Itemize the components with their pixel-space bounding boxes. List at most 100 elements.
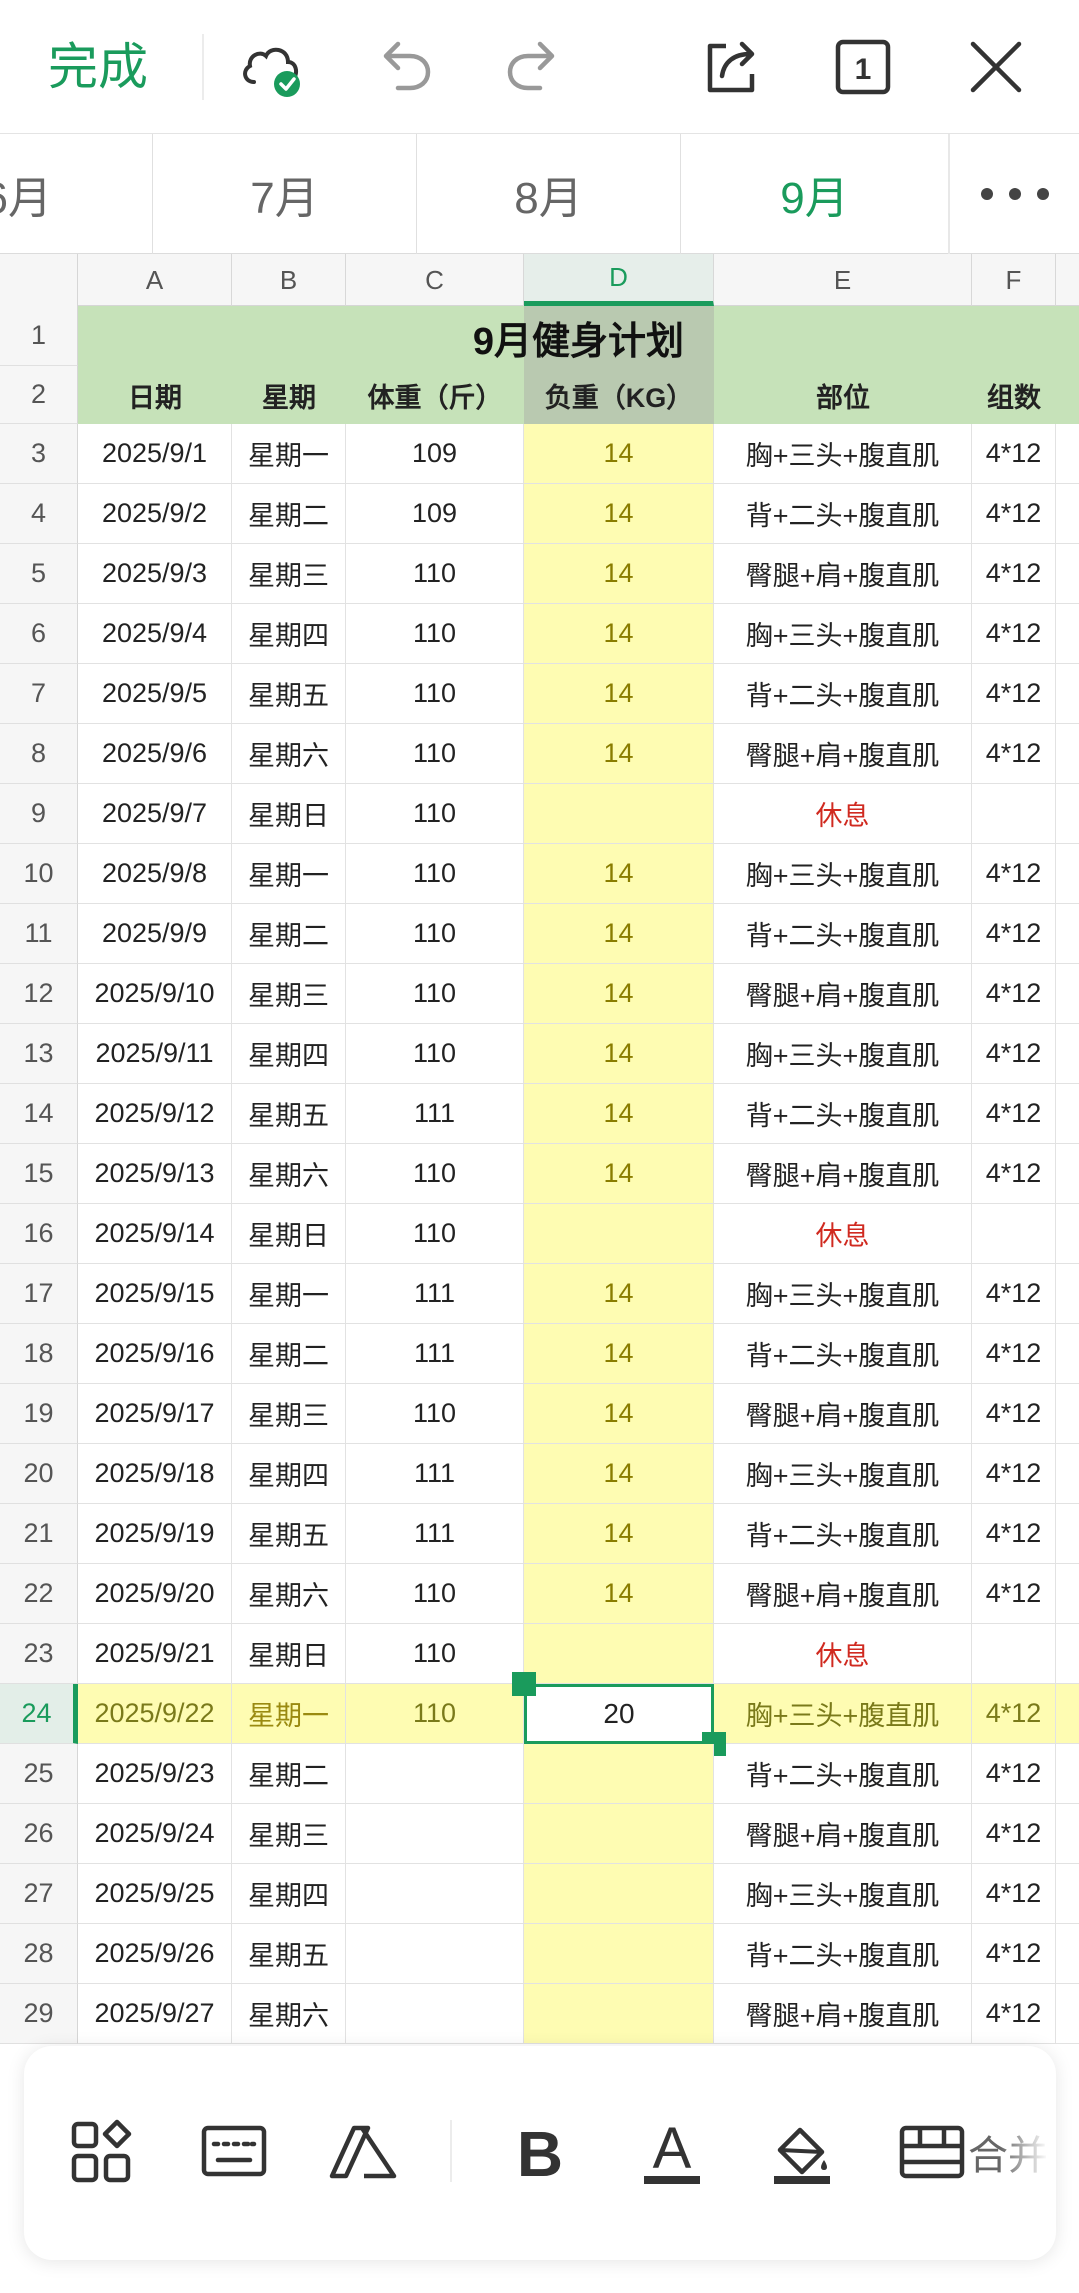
cell-part[interactable]: 休息 — [714, 1204, 972, 1264]
window-count-icon[interactable]: 1 — [828, 32, 898, 102]
cell-date[interactable]: 2025/9/13 — [78, 1144, 232, 1204]
cell-date[interactable]: 2025/9/19 — [78, 1504, 232, 1564]
cell-extra[interactable] — [1056, 484, 1079, 544]
cell-extra[interactable] — [1056, 1144, 1079, 1204]
row-header[interactable]: 14 — [0, 1084, 78, 1144]
cell-part[interactable]: 休息 — [714, 1624, 972, 1684]
selection-handle-start[interactable] — [512, 1672, 536, 1696]
row-header[interactable]: 27 — [0, 1864, 78, 1924]
row-header[interactable]: 6 — [0, 604, 78, 664]
cell-part[interactable]: 臀腿+肩+腹直肌 — [714, 1144, 972, 1204]
row-header[interactable]: 9 — [0, 784, 78, 844]
share-icon[interactable] — [696, 32, 766, 102]
cell-part[interactable]: 臀腿+肩+腹直肌 — [714, 544, 972, 604]
row-header[interactable]: 21 — [0, 1504, 78, 1564]
cell-part[interactable]: 胸+三头+腹直肌 — [714, 424, 972, 484]
cell-week[interactable]: 星期二 — [232, 484, 346, 544]
cell-sets[interactable]: 4*12 — [972, 1924, 1056, 1984]
cell-extra[interactable] — [1056, 1804, 1079, 1864]
cell-sets[interactable]: 4*12 — [972, 1504, 1056, 1564]
cell-load[interactable]: 14 — [524, 1084, 714, 1144]
cell-week[interactable]: 星期六 — [232, 1144, 346, 1204]
row-header[interactable]: 20 — [0, 1444, 78, 1504]
cell-week[interactable]: 星期三 — [232, 1384, 346, 1444]
cell-sets[interactable]: 4*12 — [972, 964, 1056, 1024]
cell-extra[interactable] — [1056, 1084, 1079, 1144]
cell-extra[interactable] — [1056, 1264, 1079, 1324]
column-header-d[interactable]: D — [524, 254, 714, 306]
tab-august[interactable]: 8月 — [417, 134, 681, 254]
undo-icon[interactable] — [368, 32, 438, 102]
cell-part[interactable]: 臀腿+肩+腹直肌 — [714, 1984, 972, 2044]
cell-load[interactable]: 14 — [524, 964, 714, 1024]
cell-weight[interactable]: 110 — [346, 604, 524, 664]
cell-extra[interactable] — [1056, 1324, 1079, 1384]
cell-date[interactable]: 2025/9/18 — [78, 1444, 232, 1504]
cell-part[interactable]: 背+二头+腹直肌 — [714, 1924, 972, 1984]
cell-part[interactable]: 臀腿+肩+腹直肌 — [714, 1564, 972, 1624]
cell-sets[interactable]: 4*12 — [972, 1084, 1056, 1144]
cell-week[interactable]: 星期日 — [232, 784, 346, 844]
cell-date[interactable]: 2025/9/9 — [78, 904, 232, 964]
cell-part[interactable]: 背+二头+腹直肌 — [714, 1504, 972, 1564]
grid-apps-icon[interactable] — [62, 2112, 142, 2192]
cell-extra[interactable] — [1056, 664, 1079, 724]
cell-load[interactable]: 14 — [524, 1144, 714, 1204]
cell-date[interactable]: 2025/9/17 — [78, 1384, 232, 1444]
cell-week[interactable]: 星期四 — [232, 1444, 346, 1504]
cell-part[interactable]: 背+二头+腹直肌 — [714, 904, 972, 964]
cell-extra[interactable] — [1056, 1984, 1079, 2044]
cell-week[interactable]: 星期五 — [232, 1504, 346, 1564]
cell-weight[interactable]: 110 — [346, 1624, 524, 1684]
row-header-1[interactable]: 1 — [0, 306, 78, 366]
row-header[interactable]: 28 — [0, 1924, 78, 1984]
tab-september[interactable]: 9月 — [681, 134, 948, 254]
cell-load[interactable]: 14 — [524, 724, 714, 784]
row-header[interactable]: 13 — [0, 1024, 78, 1084]
column-header-b[interactable]: B — [232, 254, 346, 306]
cell-load[interactable] — [524, 1924, 714, 1984]
row-header[interactable]: 16 — [0, 1204, 78, 1264]
cell-sets[interactable]: 4*12 — [972, 664, 1056, 724]
cell-week[interactable]: 星期四 — [232, 1024, 346, 1084]
cell-weight[interactable]: 111 — [346, 1084, 524, 1144]
cell-date[interactable]: 2025/9/10 — [78, 964, 232, 1024]
cell-week[interactable]: 星期六 — [232, 724, 346, 784]
cell-part[interactable]: 胸+三头+腹直肌 — [714, 1444, 972, 1504]
cell-load[interactable] — [524, 1984, 714, 2044]
row-header[interactable]: 24 — [0, 1684, 78, 1744]
cell-part[interactable]: 胸+三头+腹直肌 — [714, 1864, 972, 1924]
cell-week[interactable]: 星期六 — [232, 1564, 346, 1624]
row-header[interactable]: 4 — [0, 484, 78, 544]
column-header-a[interactable]: A — [78, 254, 232, 306]
font-color-icon[interactable]: A — [632, 2112, 712, 2192]
cell-extra[interactable] — [1056, 1564, 1079, 1624]
cell-sets[interactable]: 4*12 — [972, 1384, 1056, 1444]
cell-load[interactable] — [524, 1744, 714, 1804]
close-icon[interactable] — [961, 32, 1031, 102]
cell-week[interactable]: 星期三 — [232, 964, 346, 1024]
cell-load[interactable] — [524, 784, 714, 844]
row-header[interactable]: 8 — [0, 724, 78, 784]
cloud-synced-icon[interactable] — [236, 32, 306, 102]
cell-date[interactable]: 2025/9/1 — [78, 424, 232, 484]
cell-extra[interactable] — [1056, 1024, 1079, 1084]
cell-week[interactable]: 星期一 — [232, 1684, 346, 1744]
row-header[interactable]: 10 — [0, 844, 78, 904]
column-header-c[interactable]: C — [346, 254, 524, 306]
cell-date[interactable]: 2025/9/8 — [78, 844, 232, 904]
row-header[interactable]: 17 — [0, 1264, 78, 1324]
keyboard-icon[interactable] — [194, 2112, 274, 2192]
cell-load[interactable]: 14 — [524, 1564, 714, 1624]
more-tabs-button[interactable] — [948, 134, 1079, 254]
cell-weight[interactable]: 111 — [346, 1444, 524, 1504]
cell-sets[interactable]: 4*12 — [972, 724, 1056, 784]
cell-date[interactable]: 2025/9/24 — [78, 1804, 232, 1864]
cell-load[interactable] — [524, 1804, 714, 1864]
cell-sets[interactable]: 4*12 — [972, 1024, 1056, 1084]
clear-format-icon[interactable] — [324, 2112, 404, 2192]
cell-weight[interactable]: 110 — [346, 1144, 524, 1204]
cell-part[interactable]: 胸+三头+腹直肌 — [714, 1684, 972, 1744]
cell-date[interactable]: 2025/9/16 — [78, 1324, 232, 1384]
cell-date[interactable]: 2025/9/2 — [78, 484, 232, 544]
